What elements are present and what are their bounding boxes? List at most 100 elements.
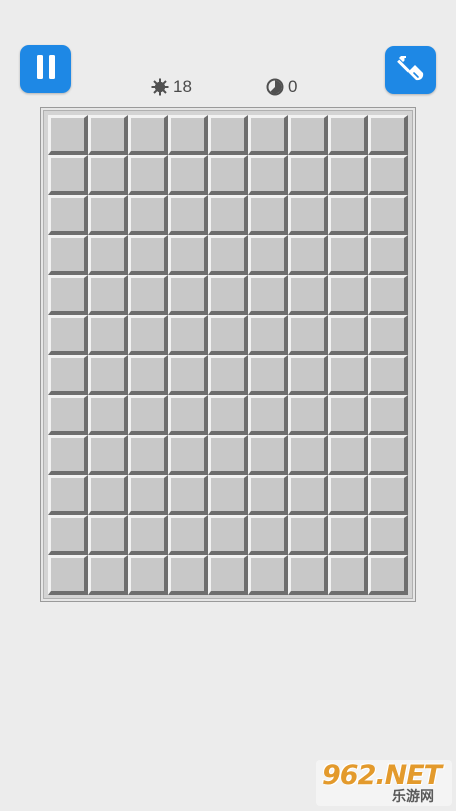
minefield-cell[interactable] bbox=[368, 355, 408, 395]
minefield-cell[interactable] bbox=[248, 395, 288, 435]
minefield-cell[interactable] bbox=[288, 155, 328, 195]
minefield-cell[interactable] bbox=[328, 475, 368, 515]
minefield-cell[interactable] bbox=[208, 475, 248, 515]
minefield-cell[interactable] bbox=[288, 555, 328, 595]
minefield-cell[interactable] bbox=[208, 395, 248, 435]
minefield-cell[interactable] bbox=[128, 235, 168, 275]
minefield-cell[interactable] bbox=[128, 195, 168, 235]
minefield-cell[interactable] bbox=[48, 115, 88, 155]
minefield-cell[interactable] bbox=[368, 315, 408, 355]
minefield-cell[interactable] bbox=[128, 395, 168, 435]
minefield-cell[interactable] bbox=[328, 195, 368, 235]
minefield-cell[interactable] bbox=[288, 395, 328, 435]
minefield-cell[interactable] bbox=[128, 435, 168, 475]
minefield-cell[interactable] bbox=[248, 315, 288, 355]
minefield-cell[interactable] bbox=[288, 475, 328, 515]
minefield-cell[interactable] bbox=[328, 115, 368, 155]
minefield-cell[interactable] bbox=[288, 235, 328, 275]
minefield-cell[interactable] bbox=[208, 355, 248, 395]
minefield-cell[interactable] bbox=[88, 115, 128, 155]
minefield-cell[interactable] bbox=[248, 555, 288, 595]
minefield-cell[interactable] bbox=[208, 315, 248, 355]
minefield-cell[interactable] bbox=[328, 435, 368, 475]
minefield-cell[interactable] bbox=[48, 195, 88, 235]
minefield-cell[interactable] bbox=[328, 355, 368, 395]
minefield-cell[interactable] bbox=[88, 475, 128, 515]
minefield-cell[interactable] bbox=[88, 155, 128, 195]
minefield-cell[interactable] bbox=[208, 275, 248, 315]
minefield-cell[interactable] bbox=[88, 235, 128, 275]
minefield-cell[interactable] bbox=[168, 475, 208, 515]
minefield-cell[interactable] bbox=[288, 435, 328, 475]
minefield-cell[interactable] bbox=[168, 395, 208, 435]
minefield-cell[interactable] bbox=[328, 155, 368, 195]
minefield-cell[interactable] bbox=[48, 355, 88, 395]
minefield-cell[interactable] bbox=[88, 315, 128, 355]
minefield-cell[interactable] bbox=[208, 155, 248, 195]
minefield-cell[interactable] bbox=[168, 235, 208, 275]
minefield-cell[interactable] bbox=[48, 315, 88, 355]
minefield-cell[interactable] bbox=[208, 235, 248, 275]
minefield-cell[interactable] bbox=[248, 155, 288, 195]
minefield-cell[interactable] bbox=[128, 355, 168, 395]
minefield-cell[interactable] bbox=[208, 115, 248, 155]
minefield-cell[interactable] bbox=[208, 515, 248, 555]
minefield-cell[interactable] bbox=[128, 515, 168, 555]
minefield-cell[interactable] bbox=[88, 435, 128, 475]
minefield-cell[interactable] bbox=[248, 475, 288, 515]
minefield-cell[interactable] bbox=[328, 515, 368, 555]
minefield-cell[interactable] bbox=[48, 395, 88, 435]
minefield-cell[interactable] bbox=[288, 275, 328, 315]
minefield-cell[interactable] bbox=[288, 355, 328, 395]
minefield-cell[interactable] bbox=[368, 195, 408, 235]
minefield-cell[interactable] bbox=[328, 555, 368, 595]
minefield-cell[interactable] bbox=[168, 355, 208, 395]
minefield-cell[interactable] bbox=[368, 235, 408, 275]
minefield-cell[interactable] bbox=[248, 115, 288, 155]
minefield-cell[interactable] bbox=[248, 515, 288, 555]
minefield-cell[interactable] bbox=[368, 515, 408, 555]
minefield-cell[interactable] bbox=[168, 515, 208, 555]
minefield-cell[interactable] bbox=[128, 315, 168, 355]
minefield-cell[interactable] bbox=[248, 275, 288, 315]
minefield-cell[interactable] bbox=[48, 435, 88, 475]
minefield-cell[interactable] bbox=[88, 555, 128, 595]
minefield-cell[interactable] bbox=[88, 515, 128, 555]
minefield-cell[interactable] bbox=[48, 515, 88, 555]
minefield-cell[interactable] bbox=[288, 115, 328, 155]
minefield-cell[interactable] bbox=[328, 395, 368, 435]
minefield-cell[interactable] bbox=[128, 275, 168, 315]
minefield-cell[interactable] bbox=[288, 515, 328, 555]
minefield-cell[interactable] bbox=[168, 555, 208, 595]
minefield-cell[interactable] bbox=[368, 155, 408, 195]
minefield-cell[interactable] bbox=[368, 475, 408, 515]
minefield-cell[interactable] bbox=[208, 555, 248, 595]
minefield-cell[interactable] bbox=[48, 235, 88, 275]
minefield-cell[interactable] bbox=[248, 195, 288, 235]
minefield-cell[interactable] bbox=[248, 435, 288, 475]
minefield-cell[interactable] bbox=[48, 155, 88, 195]
minefield-cell[interactable] bbox=[88, 275, 128, 315]
pause-button[interactable] bbox=[20, 45, 71, 93]
minefield-cell[interactable] bbox=[208, 435, 248, 475]
minefield-cell[interactable] bbox=[368, 275, 408, 315]
minefield-cell[interactable] bbox=[328, 315, 368, 355]
minefield-cell[interactable] bbox=[168, 115, 208, 155]
minefield-cell[interactable] bbox=[48, 275, 88, 315]
minefield-cell[interactable] bbox=[128, 115, 168, 155]
minefield-cell[interactable] bbox=[88, 395, 128, 435]
minefield-cell[interactable] bbox=[328, 235, 368, 275]
minefield-cell[interactable] bbox=[368, 435, 408, 475]
minefield-cell[interactable] bbox=[168, 275, 208, 315]
minefield-cell[interactable] bbox=[248, 355, 288, 395]
minefield-cell[interactable] bbox=[368, 555, 408, 595]
minefield-cell[interactable] bbox=[168, 195, 208, 235]
minefield-cell[interactable] bbox=[288, 195, 328, 235]
minefield-cell[interactable] bbox=[368, 115, 408, 155]
minefield-cell[interactable] bbox=[208, 195, 248, 235]
minefield-cell[interactable] bbox=[88, 355, 128, 395]
minefield-cell[interactable] bbox=[368, 395, 408, 435]
minefield-cell[interactable] bbox=[48, 555, 88, 595]
minefield-cell[interactable] bbox=[248, 235, 288, 275]
minefield-cell[interactable] bbox=[168, 315, 208, 355]
